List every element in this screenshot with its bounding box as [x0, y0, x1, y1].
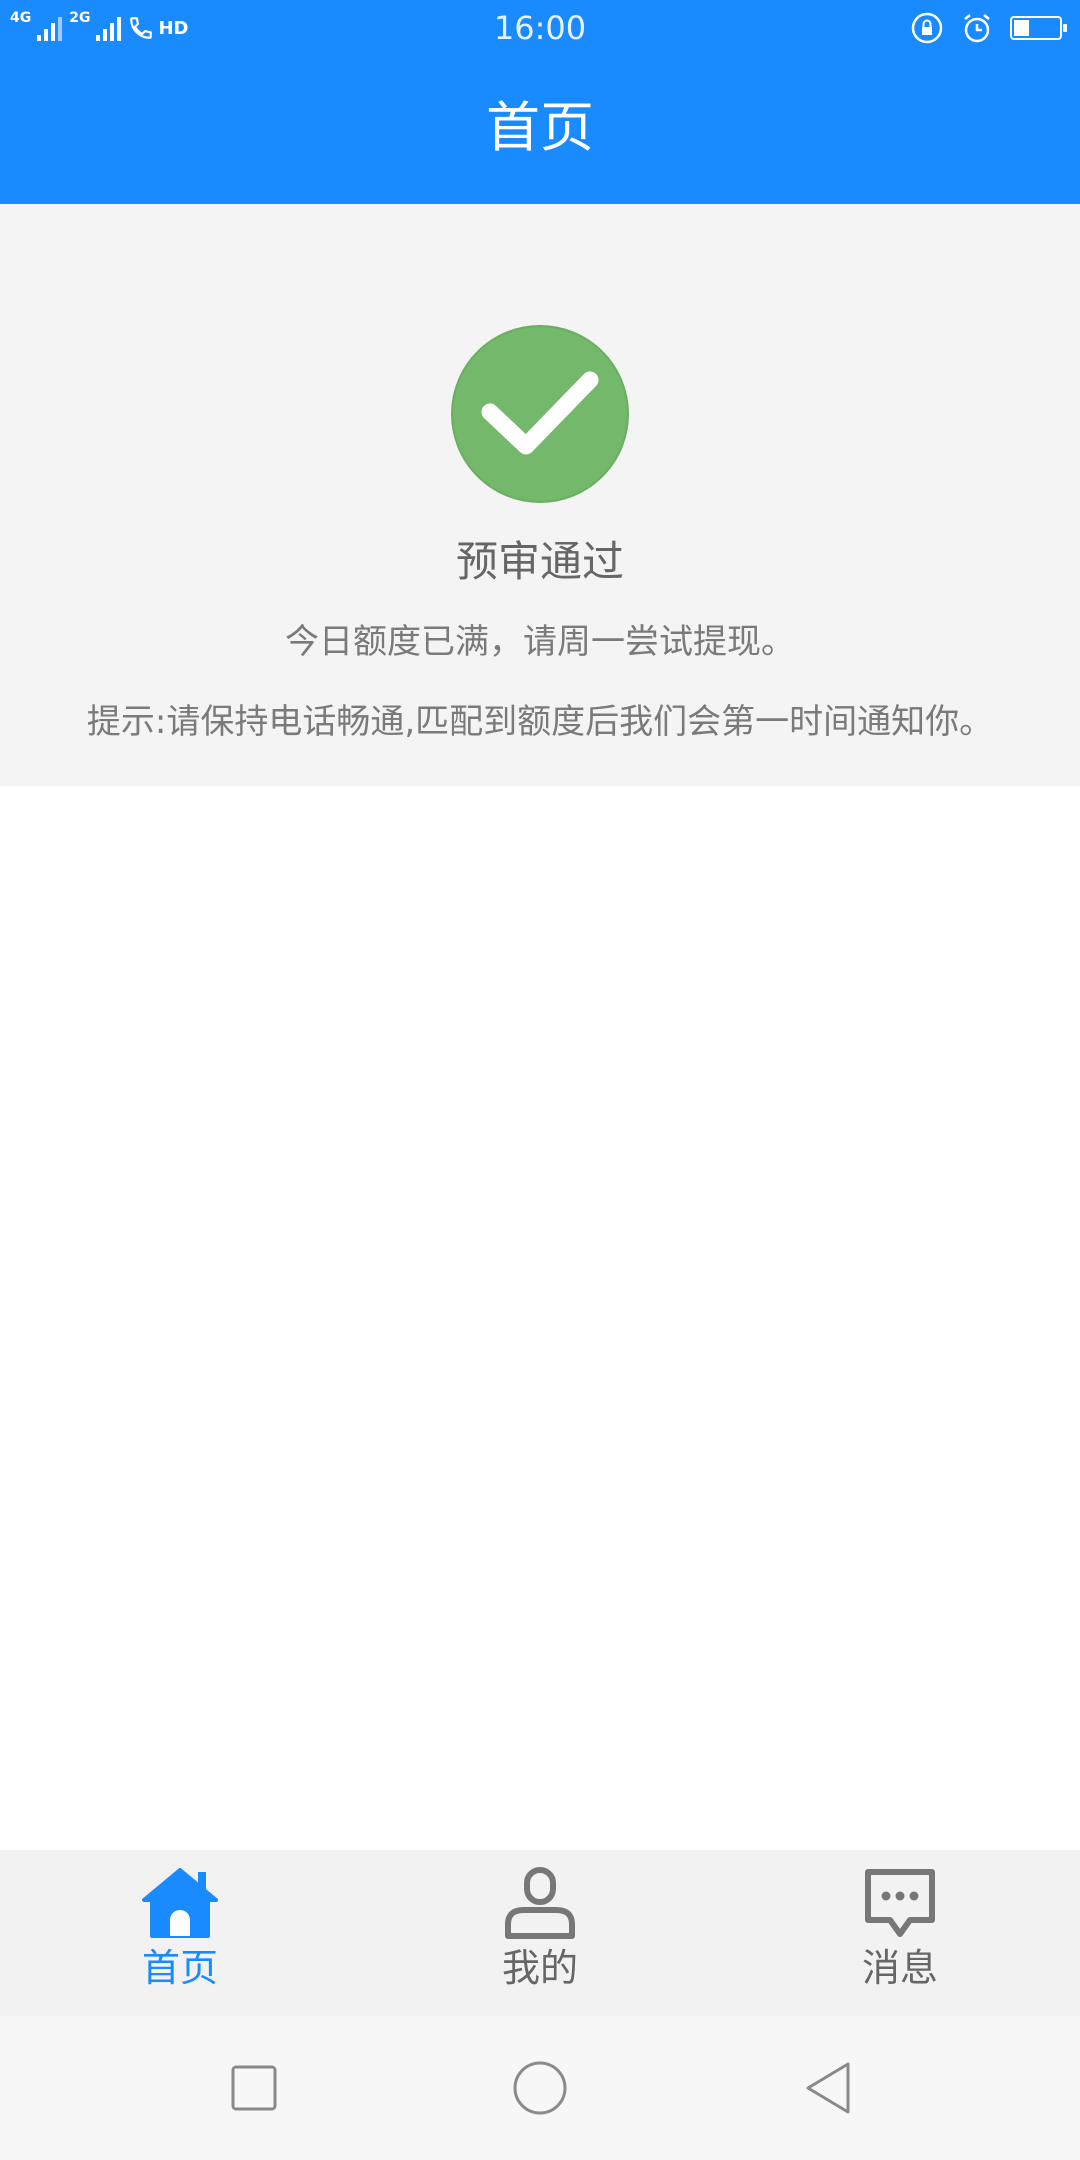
app-header: 首页 — [0, 58, 1080, 204]
result-title: 预审通过 — [455, 537, 624, 586]
battery-level-fill — [1014, 20, 1029, 36]
home-circle-icon[interactable] — [508, 2056, 572, 2120]
page-title: 首页 — [486, 96, 594, 159]
message-icon — [865, 1869, 935, 1937]
result-message: 今日额度已满，请周一尝试提现。 — [285, 622, 795, 662]
screen: 4G 2G HD 16:00 首页 预审通过 今日额度已满，请周一尝试提现。 提… — [0, 0, 1080, 2160]
tab-messages[interactable]: 消息 — [720, 1850, 1080, 2016]
alarm-icon — [964, 14, 990, 43]
tab-mine[interactable]: 我的 — [360, 1850, 720, 2016]
recents-square-icon[interactable] — [222, 2056, 286, 2120]
tab-home[interactable]: 首页 — [0, 1850, 360, 2016]
system-nav-bar — [0, 2016, 1080, 2160]
person-icon — [505, 1867, 575, 1939]
check-circle-icon — [451, 325, 629, 503]
rotation-lock-icon — [911, 12, 943, 44]
battery-icon — [1010, 16, 1067, 40]
back-triangle-icon[interactable] — [796, 2056, 860, 2120]
tab-label: 我的 — [501, 1946, 578, 1990]
result-tip: 提示:请保持电话畅通,匹配到额度后我们会第一时间通知你。 — [86, 702, 994, 742]
home-icon — [142, 1868, 218, 1938]
bottom-tab-bar: 首页 我的 消息 — [0, 1850, 1080, 2016]
status-bar: 4G 2G HD 16:00 — [0, 0, 1080, 58]
tab-label: 首页 — [141, 1946, 218, 1990]
tab-label: 消息 — [861, 1946, 938, 1990]
status-right-icons — [910, 10, 1067, 46]
result-panel: 预审通过 今日额度已满，请周一尝试提现。 提示:请保持电话畅通,匹配到额度后我们… — [0, 204, 1080, 786]
